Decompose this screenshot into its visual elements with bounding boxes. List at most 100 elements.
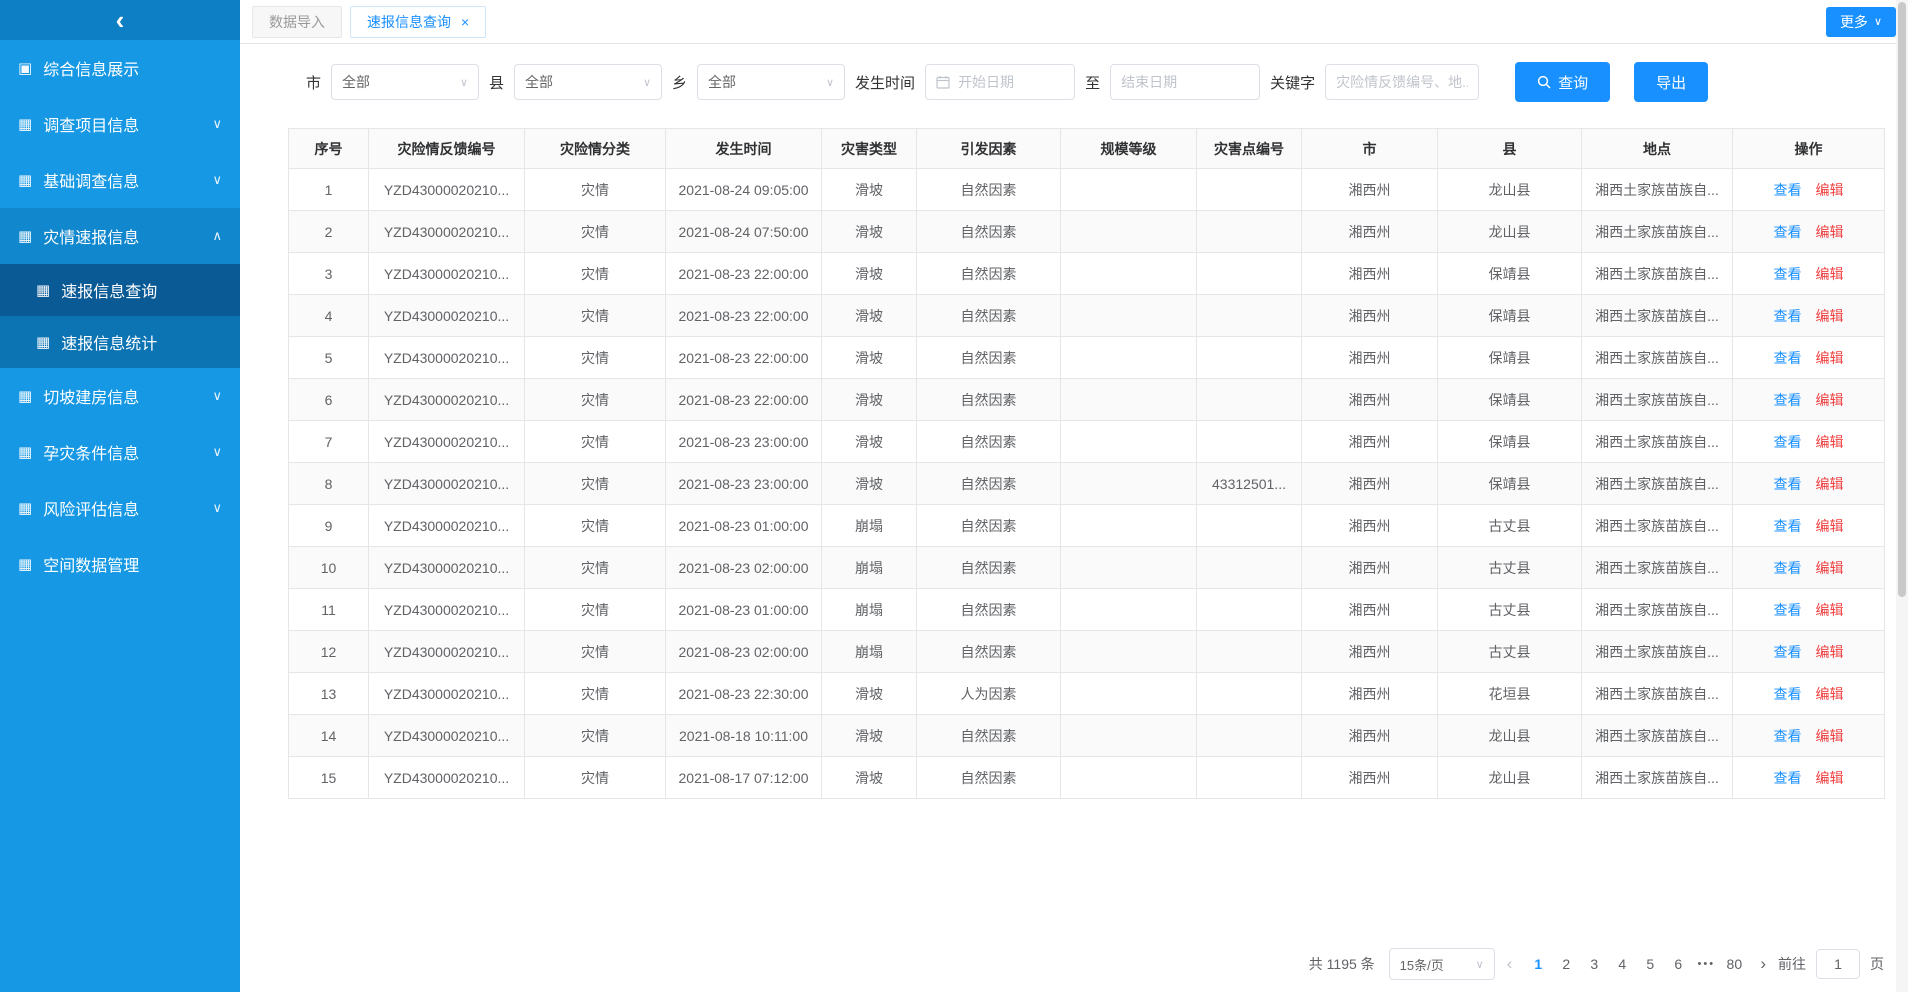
keyword-input[interactable]: [1325, 64, 1479, 100]
table-cell: 龙山县: [1438, 211, 1582, 253]
keyword-field[interactable]: [1336, 74, 1468, 90]
edit-link[interactable]: 编辑: [1816, 476, 1844, 492]
city-select[interactable]: 全部 ∨: [331, 64, 479, 100]
table-cell: [1197, 421, 1302, 463]
occur-time-label: 发生时间: [855, 72, 915, 93]
sidebar-item[interactable]: ▦基础调查信息∨: [0, 152, 240, 208]
scrollbar-thumb[interactable]: [1898, 2, 1906, 597]
column-header: 灾险情分类: [525, 129, 666, 169]
edit-link[interactable]: 编辑: [1816, 518, 1844, 534]
table-row: 8YZD43000020210...灾情2021-08-23 23:00:00滑…: [289, 463, 1885, 505]
sidebar-item[interactable]: ▣综合信息展示: [0, 40, 240, 96]
view-link[interactable]: 查看: [1774, 518, 1802, 534]
view-link[interactable]: 查看: [1774, 224, 1802, 240]
table-cell: 湘西土家族苗族自...: [1582, 463, 1733, 505]
table-cell: 灾情: [525, 757, 666, 799]
sidebar-item[interactable]: ▦切坡建房信息∨: [0, 368, 240, 424]
page-number[interactable]: 5: [1636, 950, 1664, 978]
table-cell: 湘西州: [1302, 337, 1438, 379]
table-cell: 湘西州: [1302, 295, 1438, 337]
edit-link[interactable]: 编辑: [1816, 770, 1844, 786]
more-button[interactable]: 更多 ∨: [1826, 7, 1896, 37]
page-number[interactable]: 4: [1608, 950, 1636, 978]
tab[interactable]: 速报信息查询×: [350, 6, 486, 38]
edit-link[interactable]: 编辑: [1816, 182, 1844, 198]
page-size-select[interactable]: 15条/页 ∨: [1389, 948, 1495, 980]
sidebar-item-label: 风险评估信息: [43, 496, 139, 520]
start-date-input[interactable]: [925, 64, 1075, 100]
view-link[interactable]: 查看: [1774, 770, 1802, 786]
edit-link[interactable]: 编辑: [1816, 434, 1844, 450]
start-date-field[interactable]: [958, 74, 1064, 90]
page-number[interactable]: 1: [1524, 950, 1552, 978]
column-header: 灾害类型: [822, 129, 917, 169]
view-link[interactable]: 查看: [1774, 560, 1802, 576]
edit-link[interactable]: 编辑: [1816, 602, 1844, 618]
view-link[interactable]: 查看: [1774, 182, 1802, 198]
edit-link[interactable]: 编辑: [1816, 728, 1844, 744]
view-link[interactable]: 查看: [1774, 476, 1802, 492]
table-cell: 2: [289, 211, 369, 253]
table-cell: 自然因素: [917, 253, 1061, 295]
goto-page-input[interactable]: [1816, 949, 1860, 979]
sidebar-item[interactable]: ▦孕灾条件信息∨: [0, 424, 240, 480]
edit-link[interactable]: 编辑: [1816, 224, 1844, 240]
township-select[interactable]: 全部 ∨: [697, 64, 845, 100]
sidebar-item[interactable]: ▦灾情速报信息∧: [0, 208, 240, 264]
page-number[interactable]: 2: [1552, 950, 1580, 978]
sidebar-subitem[interactable]: ▦速报信息查询: [0, 264, 240, 316]
view-link[interactable]: 查看: [1774, 266, 1802, 282]
table-cell: [1197, 337, 1302, 379]
table-cell: 灾情: [525, 589, 666, 631]
table-cell: 灾情: [525, 169, 666, 211]
county-select[interactable]: 全部 ∨: [514, 64, 662, 100]
vertical-scrollbar[interactable]: [1896, 0, 1908, 992]
sidebar-subitem[interactable]: ▦速报信息统计: [0, 316, 240, 368]
table-cell: 湘西州: [1302, 211, 1438, 253]
dashboard-icon: ▣: [18, 59, 32, 77]
prev-page-button[interactable]: ‹: [1501, 954, 1519, 974]
sidebar-item[interactable]: ▦调查项目信息∨: [0, 96, 240, 152]
sidebar-item[interactable]: ▦空间数据管理: [0, 536, 240, 592]
view-link[interactable]: 查看: [1774, 434, 1802, 450]
column-header: 灾害点编号: [1197, 129, 1302, 169]
sidebar-item[interactable]: ▦风险评估信息∨: [0, 480, 240, 536]
next-page-button[interactable]: ›: [1754, 954, 1772, 974]
table-cell: YZD43000020210...: [369, 547, 525, 589]
page-ellipsis: •••: [1692, 950, 1720, 978]
chevron-down-icon: ∨: [1874, 15, 1882, 28]
edit-link[interactable]: 编辑: [1816, 560, 1844, 576]
export-button[interactable]: 导出: [1634, 62, 1708, 102]
edit-link[interactable]: 编辑: [1816, 266, 1844, 282]
table-cell: 自然因素: [917, 505, 1061, 547]
view-link[interactable]: 查看: [1774, 602, 1802, 618]
table-cell: 崩塌: [822, 547, 917, 589]
view-link[interactable]: 查看: [1774, 644, 1802, 660]
end-date-input[interactable]: [1110, 64, 1260, 100]
table-cell: 崩塌: [822, 631, 917, 673]
close-icon[interactable]: ×: [461, 14, 469, 30]
edit-link[interactable]: 编辑: [1816, 686, 1844, 702]
edit-link[interactable]: 编辑: [1816, 350, 1844, 366]
tab[interactable]: 数据导入: [252, 6, 342, 38]
edit-link[interactable]: 编辑: [1816, 392, 1844, 408]
table-cell: [1197, 631, 1302, 673]
view-link[interactable]: 查看: [1774, 350, 1802, 366]
page-number[interactable]: 80: [1720, 950, 1748, 978]
view-link[interactable]: 查看: [1774, 686, 1802, 702]
page-number[interactable]: 3: [1580, 950, 1608, 978]
view-link[interactable]: 查看: [1774, 308, 1802, 324]
view-link[interactable]: 查看: [1774, 392, 1802, 408]
sidebar-collapse-button[interactable]: ‹: [0, 0, 240, 40]
table-cell: 6: [289, 379, 369, 421]
calendar-icon: [936, 75, 950, 89]
page-number[interactable]: 6: [1664, 950, 1692, 978]
table-cell: 2021-08-23 01:00:00: [666, 589, 822, 631]
edit-link[interactable]: 编辑: [1816, 644, 1844, 660]
end-date-field[interactable]: [1121, 74, 1249, 90]
search-button[interactable]: 查询: [1515, 62, 1610, 102]
table-cell: 8: [289, 463, 369, 505]
view-link[interactable]: 查看: [1774, 728, 1802, 744]
edit-link[interactable]: 编辑: [1816, 308, 1844, 324]
table-row: 10YZD43000020210...灾情2021-08-23 02:00:00…: [289, 547, 1885, 589]
